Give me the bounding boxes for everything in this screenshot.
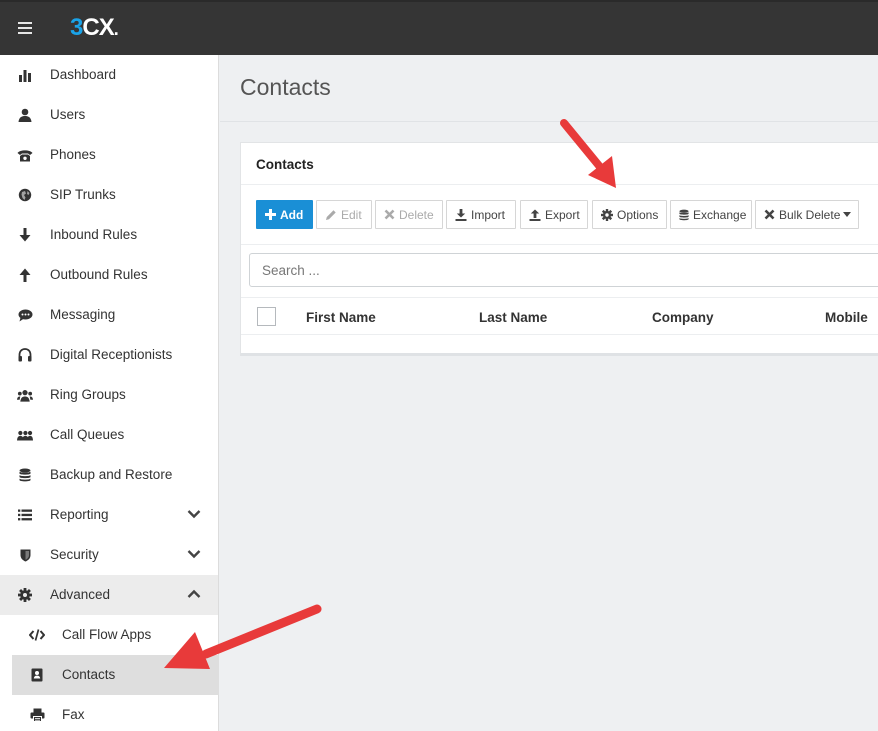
list-icon — [17, 507, 33, 523]
sidebar: Dashboard Users Phones SIP Trunks Inboun… — [0, 55, 219, 731]
toolbar-divider — [241, 244, 878, 245]
sidebar-item-label: Backup and Restore — [50, 467, 173, 482]
chat-bubble-icon — [17, 307, 33, 323]
arrow-down-icon — [17, 227, 33, 243]
hamburger-menu-icon[interactable] — [18, 22, 32, 34]
exchange-button[interactable]: Exchange — [670, 200, 752, 229]
bar-chart-icon — [17, 67, 33, 83]
search-input[interactable] — [249, 253, 878, 287]
sidebar-item-advanced[interactable]: Advanced — [0, 575, 218, 615]
sidebar-item-contacts[interactable]: Contacts — [12, 655, 219, 695]
chevron-up-icon[interactable] — [187, 587, 201, 601]
sidebar-item-inbound-rules[interactable]: Inbound Rules — [0, 215, 218, 255]
printer-icon — [29, 707, 45, 723]
sidebar-item-label: Security — [50, 547, 99, 562]
import-button[interactable]: Import — [446, 200, 516, 229]
group-icon — [17, 387, 33, 403]
import-button-label: Import — [471, 207, 506, 222]
sidebar-item-label: Call Queues — [50, 427, 125, 442]
gear-icon — [601, 208, 613, 221]
sidebar-item-backup-restore[interactable]: Backup and Restore — [0, 455, 218, 495]
options-button-label: Options — [617, 207, 659, 222]
sidebar-item-label: Reporting — [50, 507, 109, 522]
panel-divider — [241, 184, 878, 185]
sidebar-item-fax[interactable]: Fax — [0, 695, 218, 731]
top-bar: 3CX. — [0, 0, 878, 55]
code-icon — [29, 627, 45, 643]
caret-down-icon — [843, 212, 852, 217]
export-button-label: Export — [545, 207, 580, 222]
close-icon — [764, 209, 775, 220]
sidebar-item-phones[interactable]: Phones — [0, 135, 218, 175]
sidebar-item-users[interactable]: Users — [0, 95, 218, 135]
sidebar-item-messaging[interactable]: Messaging — [0, 295, 218, 335]
sidebar-item-label: Users — [50, 107, 86, 122]
panel-title: Contacts — [256, 157, 314, 172]
sidebar-item-label: Inbound Rules — [50, 227, 138, 242]
sidebar-item-reporting[interactable]: Reporting — [0, 495, 218, 535]
add-button-label: Add — [280, 207, 304, 222]
delete-button[interactable]: Delete — [375, 200, 443, 229]
plus-icon — [265, 209, 276, 220]
sidebar-item-security[interactable]: Security — [0, 535, 218, 575]
column-header-company[interactable]: Company — [652, 310, 714, 325]
arrow-up-icon — [17, 267, 33, 283]
gear-icon — [17, 587, 33, 603]
export-button[interactable]: Export — [520, 200, 588, 229]
sidebar-item-label: Outbound Rules — [50, 267, 148, 282]
sidebar-item-digital-receptionists[interactable]: Digital Receptionists — [0, 335, 218, 375]
column-header-last-name[interactable]: Last Name — [479, 310, 547, 325]
contacts-panel: Contacts Add Edit Delete Import Export O… — [240, 142, 878, 356]
globe-icon — [17, 187, 33, 203]
select-all-checkbox[interactable] — [257, 307, 276, 326]
close-icon — [384, 209, 395, 220]
sidebar-item-call-queues[interactable]: Call Queues — [0, 415, 218, 455]
sidebar-item-ring-groups[interactable]: Ring Groups — [0, 375, 218, 415]
sidebar-item-label: Ring Groups — [50, 387, 126, 402]
database-icon — [679, 209, 689, 220]
queue-people-icon — [17, 427, 33, 443]
edit-button-label: Edit — [341, 207, 362, 222]
user-icon — [17, 107, 33, 123]
download-icon — [455, 208, 467, 221]
sidebar-item-label: Fax — [62, 707, 85, 722]
sidebar-item-dashboard[interactable]: Dashboard — [0, 55, 218, 95]
sidebar-item-label: Dashboard — [50, 67, 117, 82]
column-header-mobile[interactable]: Mobile — [825, 310, 868, 325]
chevron-down-icon[interactable] — [187, 507, 201, 521]
phone-icon — [17, 147, 33, 163]
sidebar-item-label: Contacts — [62, 667, 116, 682]
page-title: Contacts — [240, 74, 331, 100]
title-divider — [220, 121, 878, 122]
bulk-delete-button-label: Bulk Delete — [779, 207, 841, 222]
database-icon — [17, 467, 33, 483]
edit-button[interactable]: Edit — [316, 200, 372, 229]
sidebar-item-label: Digital Receptionists — [50, 347, 173, 362]
delete-button-label: Delete — [399, 207, 434, 222]
sidebar-item-outbound-rules[interactable]: Outbound Rules — [0, 255, 218, 295]
headset-icon — [17, 347, 33, 363]
column-header-first-name[interactable]: First Name — [306, 310, 376, 325]
chevron-down-icon[interactable] — [187, 547, 201, 561]
sidebar-item-call-flow-apps[interactable]: Call Flow Apps — [0, 615, 218, 655]
sidebar-item-label: Call Flow Apps — [62, 627, 152, 642]
sidebar-item-label: Messaging — [50, 307, 116, 322]
upload-icon — [529, 209, 541, 221]
exchange-button-label: Exchange — [693, 207, 747, 222]
sidebar-item-label: Advanced — [50, 587, 111, 602]
table-header: First Name Last Name Company Mobile — [241, 297, 878, 335]
sidebar-item-label: SIP Trunks — [50, 187, 116, 202]
address-book-icon — [29, 667, 45, 683]
options-button[interactable]: Options — [592, 200, 667, 229]
sidebar-item-sip-trunks[interactable]: SIP Trunks — [0, 175, 218, 215]
sidebar-item-label: Phones — [50, 147, 96, 162]
shield-icon — [17, 547, 33, 563]
pencil-icon — [326, 209, 336, 220]
bulk-delete-button[interactable]: Bulk Delete — [755, 200, 859, 229]
add-button[interactable]: Add — [256, 200, 313, 229]
app-logo[interactable]: 3CX. — [70, 14, 119, 42]
